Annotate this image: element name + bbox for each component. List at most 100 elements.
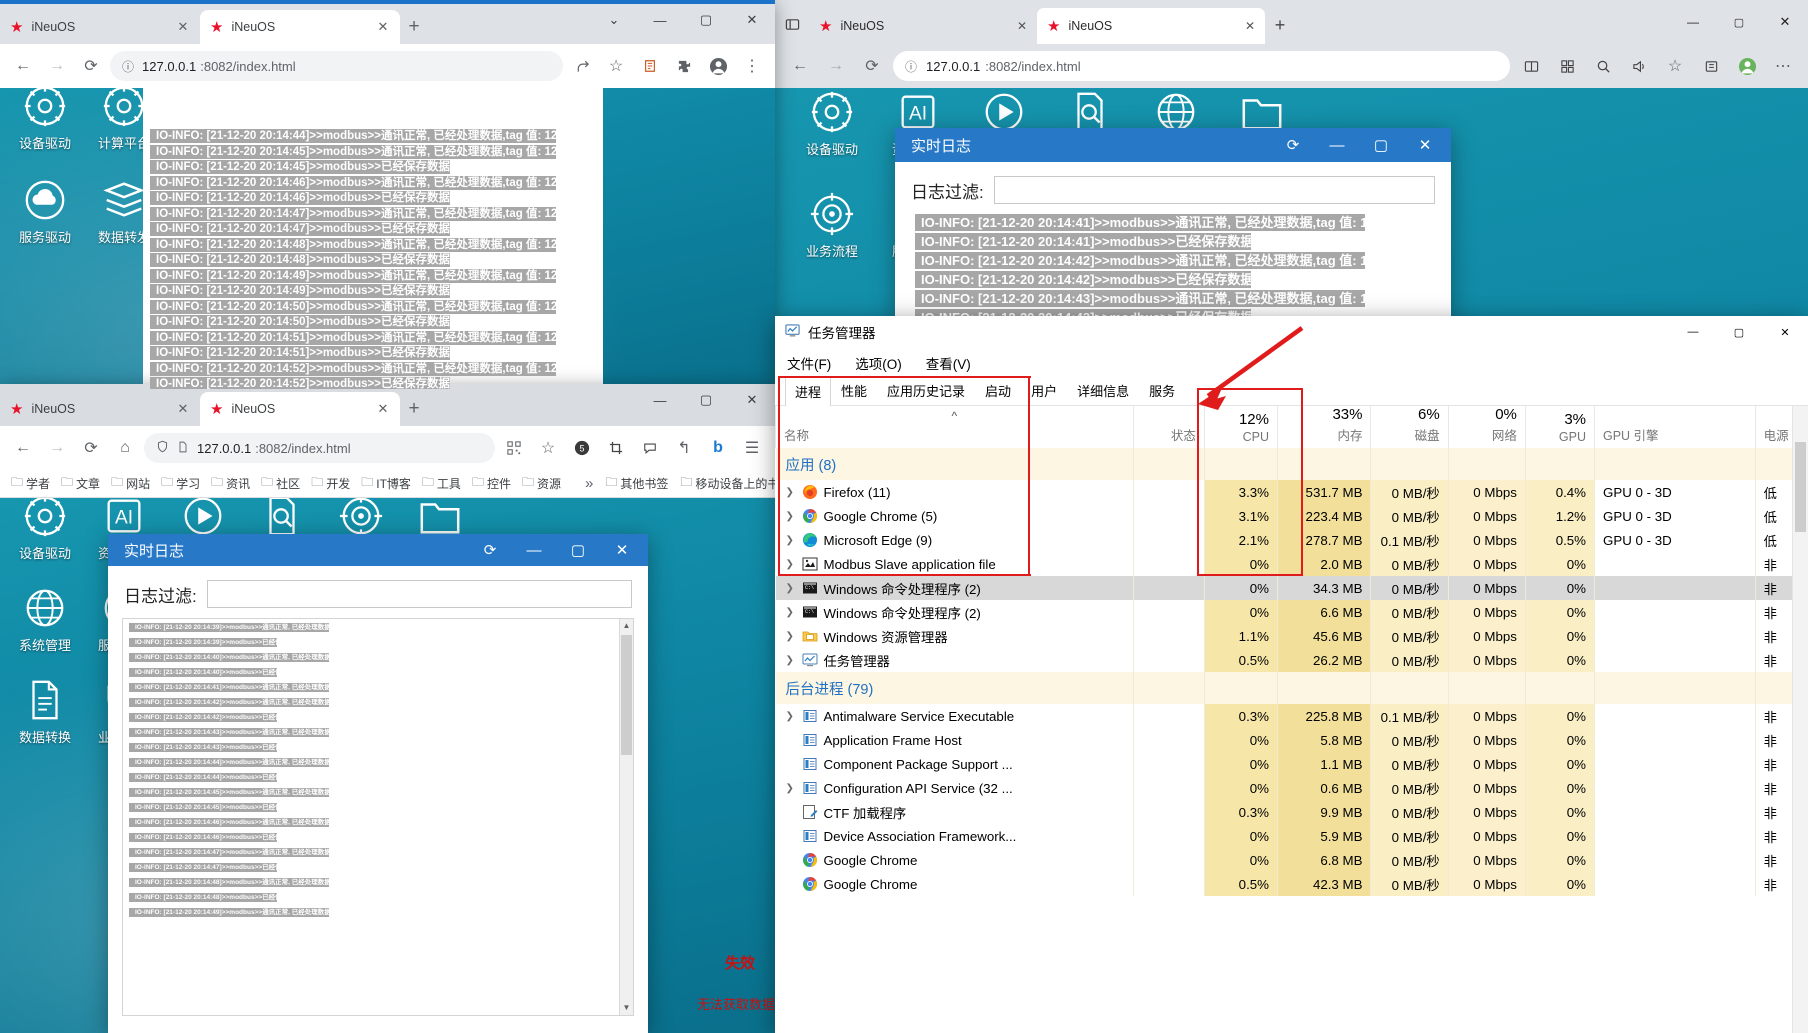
- chrome-top-tab-2-close[interactable]: ✕: [376, 19, 390, 35]
- log-dialog-bottom-minimize[interactable]: —: [512, 542, 556, 559]
- bookmark-item-11[interactable]: 🗀 资源: [517, 471, 566, 496]
- chrome-top-minimize-button[interactable]: —: [637, 4, 683, 36]
- refresh-icon[interactable]: ⟳: [468, 541, 512, 559]
- process-row[interactable]: CTF 加载程序 0.3% 9.9 MB 0 MB/秒 0 Mbps 0% 非: [776, 800, 1808, 824]
- bookmark-other[interactable]: 🗀 其他书签: [600, 471, 673, 496]
- chrome-top-window-controls[interactable]: ⌄ — ▢ ✕: [591, 4, 775, 36]
- process-row[interactable]: Google Chrome 0.5% 42.3 MB 0 MB/秒 0 Mbps 0% …: [776, 872, 1808, 896]
- scroll-up-arrow-icon[interactable]: ▲: [620, 619, 633, 633]
- log-dialog-top-maximize[interactable]: ▢: [1359, 136, 1403, 154]
- chevron-right-icon[interactable]: ❯: [786, 631, 796, 642]
- process-name-cell[interactable]: Application Frame Host: [776, 728, 1134, 752]
- chrome-top-address-bar[interactable]: ⓘ 127.0.0.1:8082/index.html: [110, 51, 563, 81]
- column-header-磁盘[interactable]: 6% 磁盘: [1370, 406, 1449, 448]
- edge-forward-button[interactable]: →: [821, 51, 851, 81]
- process-name-cell[interactable]: Google Chrome: [776, 872, 1134, 896]
- chrome-top-new-tab-button[interactable]: +: [400, 16, 428, 38]
- process-name-cell[interactable]: ❯ Microsoft Edge (9): [776, 528, 1134, 552]
- process-name-cell[interactable]: CTF 加载程序: [776, 800, 1134, 824]
- process-row[interactable]: ❯ C:\ Windows 命令处理程序 (2) 0% 34.3 MB 0 MB/秒 0 …: [775, 576, 1808, 600]
- log-filter-input[interactable]: [993, 176, 1435, 204]
- bottom-bookmark-star-icon[interactable]: ☆: [533, 433, 563, 463]
- task-manager-menu-1[interactable]: 文件(F): [787, 353, 831, 373]
- task-manager-tab-3[interactable]: 应用历史记录: [877, 376, 975, 405]
- edge-new-tab-button[interactable]: +: [1265, 15, 1295, 36]
- process-name-cell[interactable]: ❯ Antimalware Service Executable: [776, 704, 1134, 728]
- column-header-名称[interactable]: ^ 名称: [775, 406, 1134, 448]
- desktop-icon-1[interactable]: 设备驱动: [6, 498, 84, 584]
- refresh-icon[interactable]: ⟳: [1271, 136, 1315, 154]
- process-row[interactable]: Google Chrome 0% 6.8 MB 0 MB/秒 0 Mbps 0% 非: [776, 848, 1808, 872]
- bottom-minimize-button[interactable]: —: [637, 384, 683, 416]
- process-row[interactable]: ❯ 任务管理器 0.5% 26.2 MB 0 MB/秒 0 Mbps 0% 非: [776, 648, 1808, 672]
- log-dialog-bottom-scrollbar[interactable]: ▲ ▼: [619, 619, 633, 1015]
- scroll-thumb[interactable]: [621, 635, 632, 755]
- process-name-cell[interactable]: ❯ Windows 资源管理器: [776, 624, 1134, 648]
- bottom-back-button[interactable]: ←: [8, 433, 38, 463]
- chrome-top-close-button[interactable]: ✕: [729, 4, 775, 36]
- edge-maximize-button[interactable]: ▢: [1716, 0, 1762, 44]
- extensions-icon[interactable]: [669, 51, 699, 81]
- desktop-icon-1[interactable]: 设备驱动: [6, 88, 84, 176]
- undo-icon[interactable]: ↰: [669, 433, 699, 463]
- task-manager-tabs[interactable]: 进程 性能 应用历史记录 启动 用户 详细信息 服务: [775, 376, 1808, 406]
- bottom-home-button[interactable]: ⌂: [110, 433, 140, 463]
- bottom-close-button[interactable]: ✕: [729, 384, 775, 416]
- chrome-top-tab-1[interactable]: ★ iNeuOS ✕: [0, 10, 200, 44]
- task-manager-titlebar[interactable]: 任务管理器 — ▢ ✕: [775, 316, 1808, 348]
- bing-icon[interactable]: b: [703, 433, 733, 463]
- split-screen-icon[interactable]: [1516, 51, 1546, 81]
- bookmark-item-6[interactable]: 🗀 社区: [256, 471, 305, 496]
- edge-tabstrip[interactable]: ★ iNeuOS ✕ ★ iNeuOS ✕ + — ▢ ✕: [775, 0, 1808, 44]
- reader-icon[interactable]: [635, 51, 665, 81]
- chevron-right-icon[interactable]: ❯: [786, 559, 796, 570]
- process-name-cell[interactable]: ❯ C:\ Windows 命令处理程序 (2): [776, 600, 1134, 624]
- task-manager-menubar[interactable]: 文件(F) 选项(O) 查看(V): [775, 348, 1808, 378]
- bookmark-item-2[interactable]: 🗀 文章: [56, 471, 105, 496]
- chrome-top-menu-icon[interactable]: ⋮: [737, 51, 767, 81]
- task-manager-maximize-button[interactable]: ▢: [1716, 316, 1762, 348]
- process-name-cell[interactable]: Google Chrome: [776, 848, 1134, 872]
- log-dialog-top-titlebar[interactable]: 实时日志 ⟳ — ▢ ✕: [895, 128, 1451, 162]
- chrome-top-maximize-button[interactable]: ▢: [683, 4, 729, 36]
- edge-profile-icon[interactable]: [1732, 51, 1762, 81]
- task-manager-process-area[interactable]: ^ 名称 状态 12% CPU 33% 内存 6% 磁盘 0% 网络 3% GPU GPU 引擎 电源…: [775, 406, 1808, 1033]
- chevron-right-icon[interactable]: ❯: [786, 783, 796, 794]
- bookmarks-bar[interactable]: 🗀 学者 🗀 文章 🗀 网站 🗀 学习 🗀 资讯 🗀 社区 🗀 开发 🗀 IT博客 🗀 工具 🗀 控件 🗀 资源 » 🗀 …: [0, 470, 791, 498]
- bookmark-item-5[interactable]: 🗀 资讯: [206, 471, 255, 496]
- edge-back-button[interactable]: ←: [785, 51, 815, 81]
- edge-tab-1-close[interactable]: ✕: [1017, 19, 1027, 33]
- column-header-CPU[interactable]: 12% CPU: [1203, 406, 1278, 448]
- bottom-tab-1[interactable]: ★ iNeuOS ✕: [0, 392, 200, 426]
- desktop-icon-7[interactable]: 业务流程: [793, 190, 871, 292]
- bottom-forward-button[interactable]: →: [42, 433, 72, 463]
- bookmark-item-8[interactable]: 🗀 IT博客: [356, 471, 416, 496]
- process-row[interactable]: ❯ Firefox (11) 3.3% 531.7 MB 0 MB/秒 0 Mbps 0.…: [776, 480, 1808, 504]
- log-dialog-top[interactable]: 实时日志 ⟳ — ▢ ✕ 日志过滤: IO-INFO: [21-12-20 20…: [895, 128, 1451, 324]
- chrome-top-tabsearch-button[interactable]: ⌄: [591, 4, 637, 36]
- bottom-menu-icon[interactable]: ☰: [737, 433, 767, 463]
- log-dialog-top-minimize[interactable]: —: [1315, 137, 1359, 154]
- chevron-right-icon[interactable]: ❯: [786, 655, 796, 666]
- edge-minimize-button[interactable]: —: [1670, 0, 1716, 44]
- log-dialog-bottom[interactable]: 实时日志 ⟳ — ▢ ✕ 日志过滤: ▲ ▼ IO-INFO: [21-12-2…: [108, 534, 648, 1033]
- bookmark-item-4[interactable]: 🗀 学习: [156, 471, 205, 496]
- edge-address-bar[interactable]: ⓘ 127.0.0.1:8082/index.html: [893, 51, 1510, 81]
- log-dialog-top-filter-row[interactable]: 日志过滤:: [895, 162, 1451, 214]
- chrome-top-back-button[interactable]: ←: [8, 51, 38, 81]
- process-row[interactable]: ❯ Antimalware Service Executable 0.3% 225.…: [776, 704, 1808, 728]
- task-manager-tab-7[interactable]: 服务: [1139, 376, 1185, 405]
- task-manager-tab-6[interactable]: 详细信息: [1067, 376, 1139, 405]
- process-name-cell[interactable]: Device Association Framework...: [776, 824, 1134, 848]
- process-table-scrollbar[interactable]: [1792, 406, 1808, 1033]
- column-header-内存[interactable]: 33% 内存: [1276, 406, 1371, 448]
- scroll-down-arrow-icon[interactable]: ▼: [620, 1001, 633, 1015]
- process-row[interactable]: ❯ Google Chrome (5) 3.1% 223.4 MB 0 MB/秒 0 M…: [776, 504, 1808, 528]
- desktop-icon-13[interactable]: 数据转换: [6, 676, 84, 768]
- bookmark-item-9[interactable]: 🗀 工具: [417, 471, 466, 496]
- log-dialog-bottom-list[interactable]: ▲ ▼ IO-INFO: [21-12-20 20:14:39]>>modbus…: [122, 618, 634, 1016]
- edge-reload-button[interactable]: ⟳: [857, 51, 887, 81]
- task-manager-window[interactable]: 任务管理器 — ▢ ✕ 文件(F) 选项(O) 查看(V) 进程 性能 应用历史记录 启动…: [775, 316, 1808, 1033]
- collections-icon[interactable]: [1696, 51, 1726, 81]
- chrome-top-reload-button[interactable]: ⟳: [76, 51, 106, 81]
